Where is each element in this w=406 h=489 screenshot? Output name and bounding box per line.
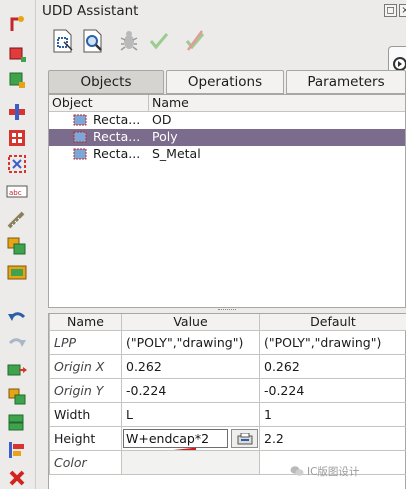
rectangle-shape-icon xyxy=(73,131,87,143)
create-instance-icon[interactable] xyxy=(6,262,28,282)
property-row-origin-x: Origin X 0.262 0.262 xyxy=(49,353,406,379)
watermark-text: IC版图设计 xyxy=(307,465,360,478)
property-row-lpp: LPP ("POLY","drawing") ("POLY","drawing"… xyxy=(49,329,406,355)
create-contact-icon[interactable] xyxy=(6,128,28,148)
property-value[interactable]: -0.224 xyxy=(121,377,260,403)
stretch-icon[interactable] xyxy=(6,412,28,432)
column-header-object[interactable]: Object xyxy=(49,95,149,112)
create-mosaic-icon[interactable] xyxy=(6,236,28,256)
property-default: -0.224 xyxy=(259,377,406,403)
object-name: OD xyxy=(152,112,172,127)
column-header-name[interactable]: Name xyxy=(149,95,406,112)
assistant-toolbar xyxy=(36,22,406,80)
left-toolbar: abc xyxy=(0,0,36,489)
object-type: Recta... xyxy=(93,146,141,161)
create-polygon-icon[interactable] xyxy=(6,70,28,90)
object-row-selected[interactable]: Recta... Poly xyxy=(49,129,405,146)
property-default: 0.262 xyxy=(259,353,406,379)
property-table: Name Value Default LPP ("POLY","drawing"… xyxy=(49,314,406,475)
tab-objects[interactable]: Objects xyxy=(48,70,164,94)
select-objects-icon[interactable] xyxy=(50,28,76,54)
property-header-row: Name Value Default xyxy=(49,314,406,331)
property-name: LPP xyxy=(49,329,122,355)
object-list-header: Object Name xyxy=(49,95,405,112)
property-default: ("POLY","drawing") xyxy=(259,329,406,355)
tab-bar: Objects Operations Parameters xyxy=(48,70,406,94)
column-header-default[interactable]: Default xyxy=(259,314,406,331)
create-label-icon[interactable]: abc xyxy=(6,182,28,202)
check-icon[interactable] xyxy=(146,28,172,54)
close-dock-button[interactable]: × xyxy=(399,4,406,17)
column-header-value[interactable]: Value xyxy=(121,314,260,331)
annotation-underline xyxy=(178,447,196,449)
create-path-icon[interactable] xyxy=(6,102,28,122)
expression-editor-icon xyxy=(237,432,253,444)
delete-icon[interactable] xyxy=(6,468,28,488)
object-type: Recta... xyxy=(93,129,141,144)
object-row[interactable]: Recta... S_Metal xyxy=(49,146,405,163)
property-default: 2.2 xyxy=(259,425,406,451)
clear-check-icon[interactable] xyxy=(182,28,208,54)
property-value-cell xyxy=(121,425,260,451)
property-value[interactable]: L xyxy=(121,401,260,427)
height-value-input[interactable] xyxy=(123,428,228,448)
property-name: Origin X xyxy=(49,353,122,379)
create-guard-ring-icon[interactable] xyxy=(6,154,28,174)
move-icon[interactable] xyxy=(6,360,28,380)
property-row-height: Height 2.2 xyxy=(49,425,406,451)
object-type: Recta... xyxy=(93,112,141,127)
undo-icon[interactable] xyxy=(6,308,28,328)
watermark: IC版图设计 xyxy=(290,463,359,479)
property-name: Width xyxy=(49,401,122,427)
property-row-width: Width L 1 xyxy=(49,401,406,427)
tab-parameters[interactable]: Parameters xyxy=(286,70,406,94)
property-row-origin-y: Origin Y -0.224 -0.224 xyxy=(49,377,406,403)
copy-icon[interactable] xyxy=(6,386,28,406)
create-ruler-icon[interactable] xyxy=(6,210,28,230)
dock-title: UDD Assistant xyxy=(42,3,139,19)
create-pin-icon[interactable] xyxy=(6,14,28,34)
redo-icon[interactable] xyxy=(6,334,28,354)
wechat-logo-icon xyxy=(290,466,304,476)
property-value[interactable]: 0.262 xyxy=(121,353,260,379)
svg-text:abc: abc xyxy=(9,189,22,197)
property-name: Height xyxy=(49,425,122,451)
debug-bug-icon[interactable] xyxy=(116,28,142,54)
create-rectangle-icon[interactable] xyxy=(6,44,28,64)
property-default: 1 xyxy=(259,401,406,427)
expression-editor-button[interactable] xyxy=(231,428,258,448)
property-name: Color xyxy=(49,449,122,475)
property-name: Origin Y xyxy=(49,377,122,403)
object-name: Poly xyxy=(152,129,178,144)
rectangle-shape-icon xyxy=(73,148,87,160)
zoom-to-object-icon[interactable] xyxy=(80,28,106,54)
property-value[interactable]: ("POLY","drawing") xyxy=(121,329,260,355)
object-name: S_Metal xyxy=(152,146,201,161)
object-row[interactable]: Recta... OD xyxy=(49,112,405,129)
tab-operations[interactable]: Operations xyxy=(166,70,284,94)
column-header-name[interactable]: Name xyxy=(49,314,122,331)
float-dock-button[interactable]: ◻ xyxy=(384,4,397,17)
rectangle-shape-icon xyxy=(73,114,87,126)
property-value[interactable] xyxy=(121,449,260,475)
dock-title-bar: UDD Assistant ◻ × xyxy=(36,0,406,22)
object-list: Object Name Recta... OD Recta... Poly Re… xyxy=(48,94,406,308)
align-icon[interactable] xyxy=(6,440,28,460)
